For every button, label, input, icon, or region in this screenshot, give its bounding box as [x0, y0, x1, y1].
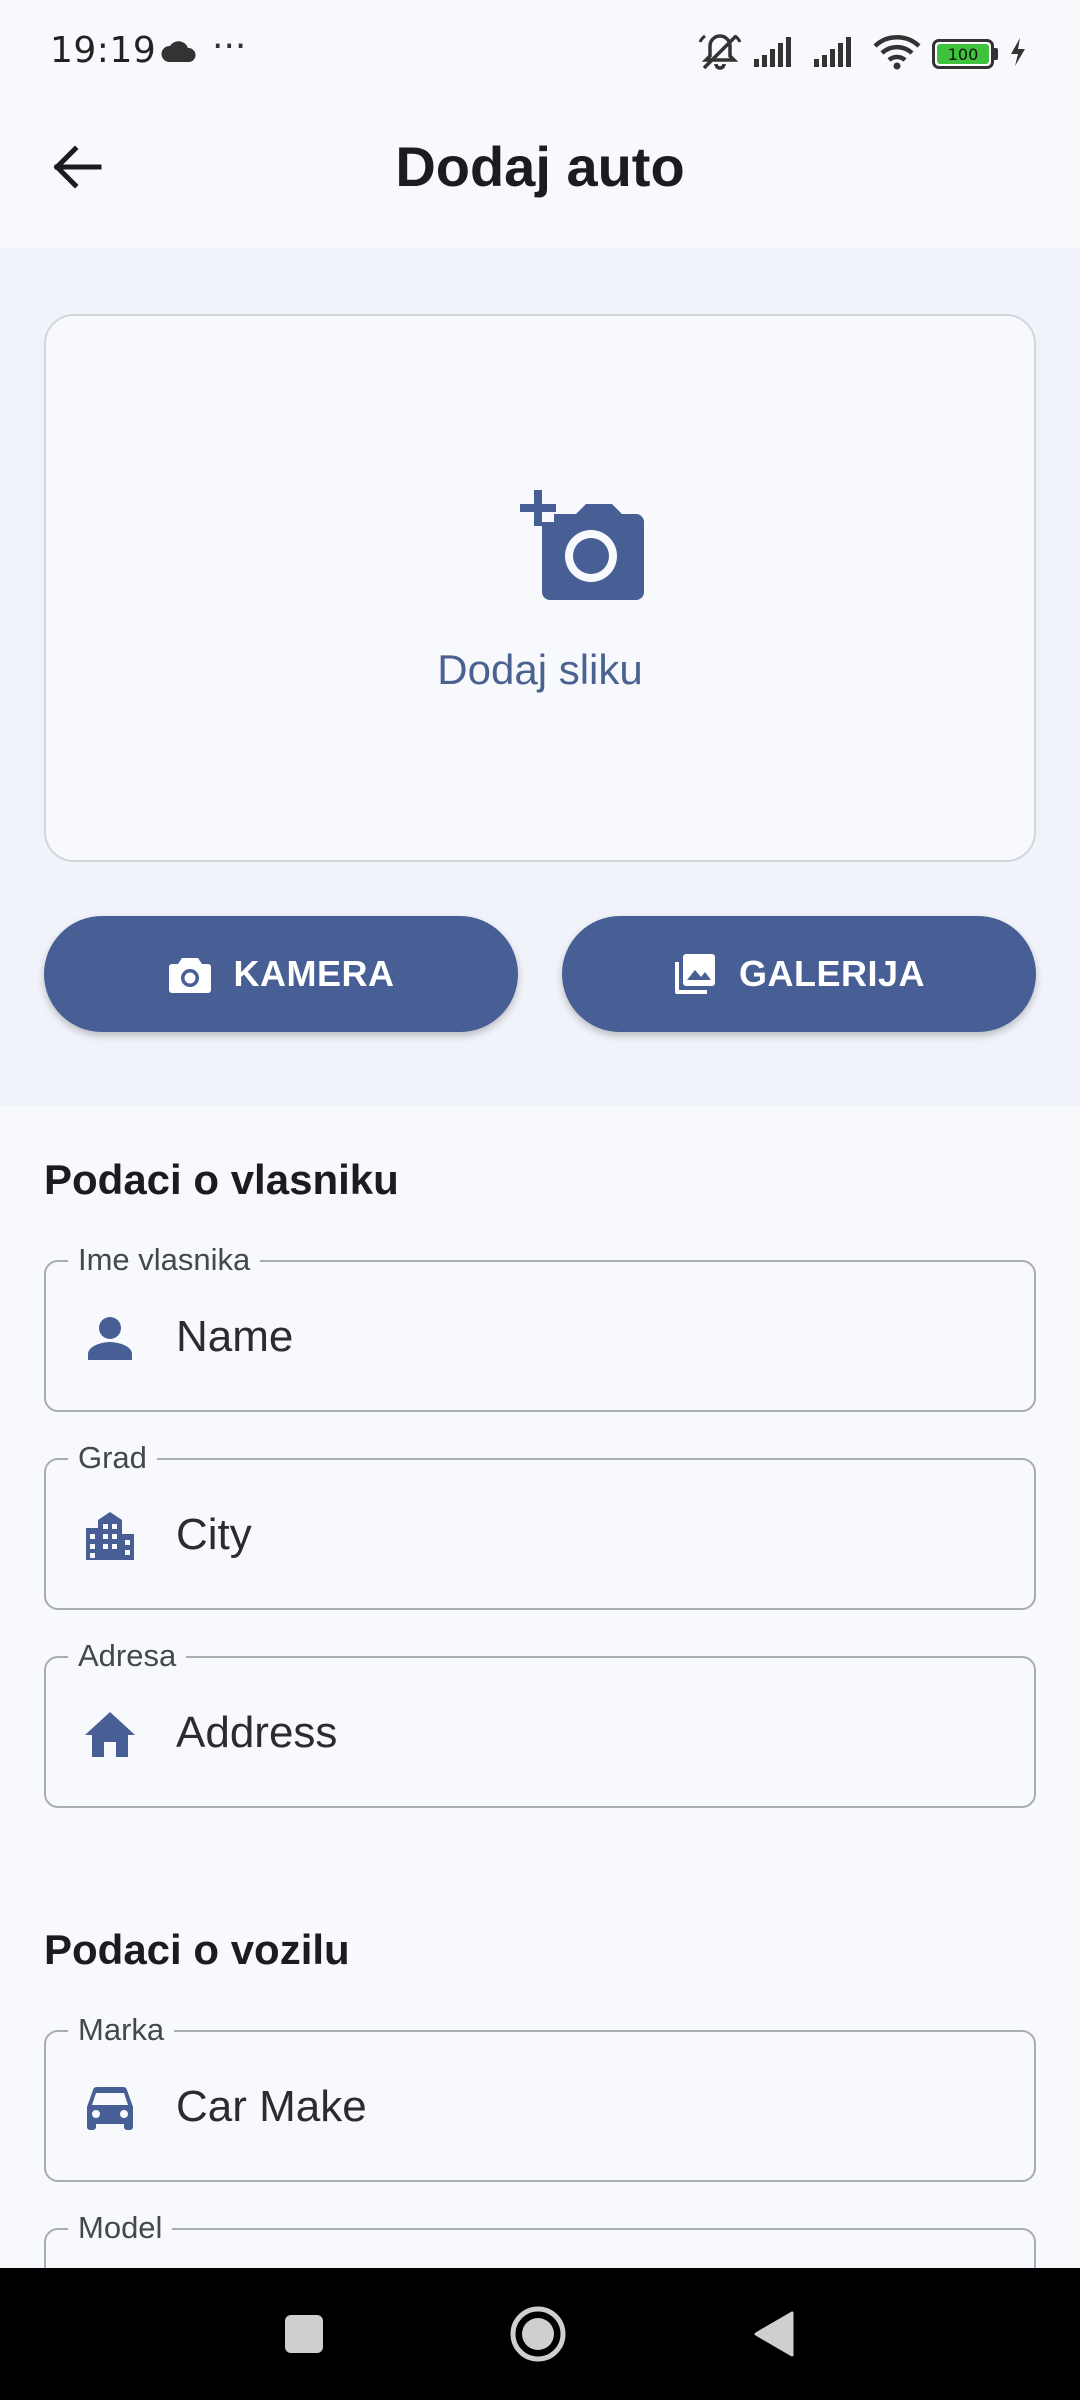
camera-icon	[168, 958, 211, 993]
owner-name-input[interactable]	[176, 1292, 996, 1382]
charging-icon	[1008, 36, 1028, 72]
add-a-photo-icon	[520, 490, 644, 600]
owner-name-label: Ime vlasnika	[68, 1240, 261, 1280]
camera-button[interactable]: KAMERA	[44, 916, 518, 1032]
add-photo-label: Dodaj sliku	[437, 646, 643, 693]
mute-icon	[698, 32, 742, 76]
photo-library-icon	[674, 954, 715, 994]
city-icon	[82, 1508, 138, 1564]
address-input[interactable]	[176, 1688, 996, 1778]
address-field[interactable]: Adresa	[44, 1636, 1036, 1808]
gallery-button[interactable]: GALERIJA	[562, 916, 1036, 1032]
wifi-icon	[872, 34, 922, 74]
model-label: Model	[68, 2208, 173, 2248]
system-nav-bar	[0, 2268, 1080, 2400]
address-label: Adresa	[68, 1636, 187, 1676]
gallery-button-label: GALERIJA	[738, 953, 926, 994]
car-make-label: Marka	[68, 2010, 175, 2050]
back-triangle-icon	[754, 2311, 794, 2357]
screen: 19:19 ··· 100 Dodaj auto Dodaj sliku KAM…	[0, 0, 1080, 2400]
owner-section-title: Podaci o vlasniku	[44, 1156, 399, 1203]
home-button[interactable]	[508, 2304, 568, 2364]
status-time: 19:19	[50, 30, 157, 71]
status-bar: 19:19 ··· 100	[0, 0, 1080, 100]
car-make-field[interactable]: Marka	[44, 2010, 1036, 2182]
owner-name-field[interactable]: Ime vlasnika	[44, 1240, 1036, 1412]
battery-icon: 100	[932, 39, 998, 69]
signal-icon	[812, 35, 862, 73]
status-icons: 100	[698, 34, 1028, 74]
vehicle-section-title: Podaci o vozilu	[44, 1926, 350, 1973]
car-icon	[82, 2080, 138, 2136]
signal-icon	[752, 35, 802, 73]
page-title: Dodaj auto	[395, 135, 685, 198]
image-section: Dodaj sliku KAMERA GALERIJA	[0, 248, 1080, 1106]
recents-square-icon	[285, 2315, 323, 2353]
cloud-icon	[160, 40, 198, 68]
home-circle-icon	[510, 2306, 566, 2362]
more-dots-icon: ···	[212, 26, 247, 67]
camera-button-label: KAMERA	[233, 953, 395, 994]
battery-body: 100	[932, 39, 994, 69]
city-field[interactable]: Grad	[44, 1438, 1036, 1610]
city-input[interactable]	[176, 1490, 996, 1580]
car-make-input[interactable]	[176, 2062, 996, 2152]
system-back-button[interactable]	[744, 2304, 804, 2364]
recents-button[interactable]	[274, 2304, 334, 2364]
battery-level: 100	[937, 44, 989, 64]
home-icon	[82, 1706, 138, 1762]
add-photo-area[interactable]: Dodaj sliku	[44, 314, 1036, 862]
person-icon	[82, 1310, 138, 1366]
city-label: Grad	[68, 1438, 157, 1478]
battery-cap	[994, 48, 998, 60]
app-bar: Dodaj auto	[0, 100, 1080, 248]
